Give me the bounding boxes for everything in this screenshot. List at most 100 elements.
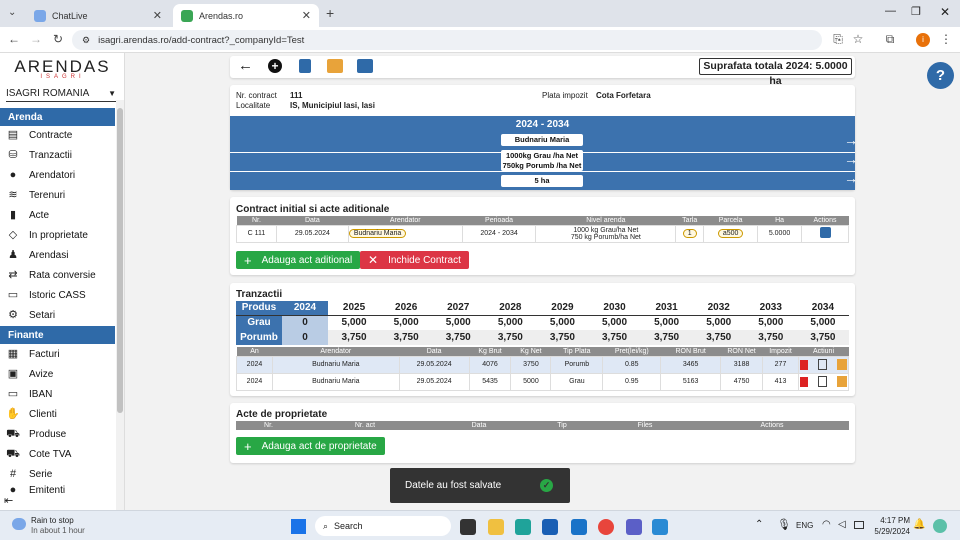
- taskview-icon[interactable]: [460, 519, 476, 535]
- expand-arrow-icon[interactable]: →: [844, 132, 956, 148]
- sidebar-item-rata-conversie[interactable]: ⇄ Rata conversie: [6, 265, 116, 285]
- document-icon[interactable]: [817, 359, 827, 370]
- product-value: 3,750: [758, 332, 784, 343]
- weather-title[interactable]: Rain to stop: [31, 516, 74, 525]
- sidebar: ARENDAS ISAGRI ISAGRI ROMANIA ▼ Arenda ▤…: [0, 53, 125, 510]
- tab-arendas[interactable]: Arendas.ro ✕: [173, 4, 319, 27]
- contact-card-icon[interactable]: [299, 59, 311, 73]
- sidebar-item-arendatori[interactable]: ● Arendatori: [6, 165, 116, 185]
- wifi-icon[interactable]: ◠: [822, 519, 831, 530]
- back-arrow-icon[interactable]: ←: [238, 57, 253, 74]
- product-value: 0: [282, 330, 328, 345]
- trash-icon[interactable]: [800, 359, 809, 370]
- store-icon[interactable]: [542, 519, 558, 535]
- menu-icon[interactable]: ⋮: [938, 32, 954, 46]
- maximize-icon[interactable]: ❐: [911, 5, 921, 18]
- sidebar-item-emitenti[interactable]: ● Emitenti: [6, 484, 116, 496]
- taskbar-search[interactable]: ⌕ Search: [315, 516, 451, 536]
- sidebar-item-in-proprietate[interactable]: ◇ In proprietate: [6, 225, 116, 245]
- sidebar-item-produse[interactable]: ⛟ Produse: [6, 424, 116, 444]
- site-info-icon[interactable]: ⚙: [82, 35, 90, 46]
- language-indicator[interactable]: ENG: [796, 521, 813, 530]
- outlook-icon[interactable]: [571, 519, 587, 535]
- file-explorer-icon[interactable]: [488, 519, 504, 535]
- sidebar-item-avize[interactable]: ▣ Avize: [6, 364, 116, 384]
- print-icon[interactable]: [327, 59, 343, 73]
- expand-arrow-icon[interactable]: →: [844, 151, 956, 167]
- close-window-icon[interactable]: ✕: [940, 5, 950, 19]
- chevron-up-icon[interactable]: ⌃: [755, 519, 763, 530]
- sidebar-item-contracte[interactable]: ▤ Contracte: [6, 125, 116, 145]
- volume-icon[interactable]: ◁: [838, 519, 846, 530]
- close-contract-button[interactable]: ✕ Inchide Contract: [360, 251, 469, 269]
- trash-icon[interactable]: [800, 376, 809, 387]
- forward-icon[interactable]: →: [28, 32, 44, 46]
- search-doc-icon[interactable]: [836, 359, 847, 370]
- document-icon[interactable]: [817, 376, 827, 387]
- tab-chatlive[interactable]: ChatLive ✕: [26, 4, 170, 27]
- sidebar-item-facturi[interactable]: ▦ Facturi: [6, 344, 116, 364]
- url-input[interactable]: ⚙ isagri.arendas.ro/add-contract?_compan…: [72, 30, 822, 50]
- windows-start-icon[interactable]: [291, 519, 306, 534]
- sidebar-scrollbar-thumb[interactable]: [117, 108, 123, 413]
- arendator-chip[interactable]: Budnariu Maria: [348, 229, 407, 238]
- reload-icon[interactable]: ↻: [50, 32, 66, 46]
- parcela-chip[interactable]: a500: [717, 229, 744, 238]
- microphone-icon[interactable]: 🎙: [777, 518, 791, 531]
- bookmark-star-icon[interactable]: ☆: [850, 32, 866, 46]
- year-header: 2032: [707, 302, 730, 314]
- company-select[interactable]: ISAGRI ROMANIA ▼: [6, 85, 116, 102]
- close-tab-icon[interactable]: ✕: [302, 9, 311, 22]
- close-tab-icon[interactable]: ✕: [153, 9, 162, 22]
- cell: 4076: [468, 355, 512, 374]
- battery-icon[interactable]: [854, 521, 864, 529]
- edge-icon[interactable]: [515, 519, 531, 535]
- sidebar-item-tranzactii[interactable]: ⛁ Tranzactii: [6, 145, 116, 165]
- weather-icon[interactable]: [12, 518, 26, 530]
- clock-date[interactable]: 5/29/2024: [866, 527, 910, 536]
- search-doc-icon[interactable]: [836, 376, 847, 387]
- expand-arrow-icon[interactable]: →: [844, 170, 956, 186]
- install-icon[interactable]: ⎘: [830, 32, 846, 47]
- tranzactii-title: Tranzactii: [236, 289, 283, 300]
- sidebar-item-istoric-cass[interactable]: ▭ Istoric CASS: [6, 285, 116, 305]
- help-icon[interactable]: ?: [927, 62, 954, 89]
- check-circle-icon: ✓: [540, 479, 553, 492]
- tarla-chip[interactable]: 1: [682, 229, 697, 238]
- sidebar-item-serie[interactable]: # Serie: [6, 464, 116, 484]
- sidebar-item-iban[interactable]: ▭ IBAN: [6, 384, 116, 404]
- sidebar-item-clienti[interactable]: ✋ Clienti: [6, 404, 116, 424]
- year-header: 2030: [603, 302, 626, 314]
- collapse-sidebar-icon[interactable]: ⇤: [4, 494, 13, 507]
- add-act-aditional-button[interactable]: + Adauga act aditional: [236, 251, 361, 269]
- contact-card-icon[interactable]: [819, 227, 831, 238]
- extensions-icon[interactable]: ⧉: [882, 32, 898, 47]
- add-circle-icon[interactable]: +: [268, 59, 282, 73]
- copilot-icon[interactable]: [933, 519, 947, 533]
- sidebar-item-terenuri[interactable]: ≋ Terenuri: [6, 185, 116, 205]
- gear-icon: ⚙: [8, 308, 18, 321]
- back-icon[interactable]: ←: [6, 32, 22, 46]
- teams-icon[interactable]: [626, 519, 642, 535]
- sidebar-item-cote-tva[interactable]: ⛟ Cote TVA: [6, 444, 116, 464]
- cell: 4750: [720, 372, 764, 391]
- col-header: Data: [429, 421, 529, 430]
- cart-icon: ⛟: [6, 427, 20, 440]
- copy-icon[interactable]: [357, 59, 373, 73]
- sidebar-item-acte[interactable]: ▮ Acte: [6, 205, 116, 225]
- year-header: 2025: [342, 302, 366, 314]
- profile-avatar[interactable]: i: [916, 33, 930, 47]
- table-row[interactable]: 2024 Budnariu Maria 29.05.2024 5435 5000…: [236, 372, 850, 391]
- tab-search-icon[interactable]: ⌄: [8, 7, 16, 18]
- table-row[interactable]: 2024 Budnariu Maria 29.05.2024 4076 3750…: [236, 355, 850, 374]
- minimize-icon[interactable]: —: [885, 5, 896, 17]
- app-icon[interactable]: [652, 519, 668, 535]
- add-act-proprietate-button[interactable]: + Adauga act de proprietate: [236, 437, 385, 455]
- notification-bell-icon[interactable]: 🔔: [913, 519, 925, 530]
- clock-time[interactable]: 4:17 PM: [876, 516, 910, 525]
- table-row: C 111 29.05.2024 Budnariu Maria 2024 - 2…: [236, 224, 849, 243]
- sidebar-item-setari[interactable]: ⚙ Setari: [6, 305, 116, 325]
- new-tab-icon[interactable]: +: [326, 5, 334, 21]
- sidebar-item-arendasi[interactable]: ♟ Arendasi: [6, 245, 116, 265]
- chrome-icon[interactable]: [598, 519, 614, 535]
